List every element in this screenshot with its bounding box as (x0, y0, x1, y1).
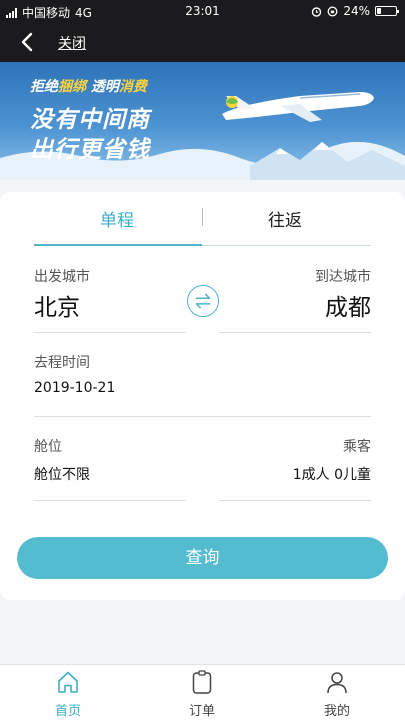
alarm-icon (312, 6, 322, 17)
battery-percent: 24% (343, 4, 370, 18)
close-link[interactable]: 关闭 (58, 33, 86, 53)
profile-icon (327, 672, 347, 694)
departure-date-field[interactable]: 2019-10-21 (34, 380, 115, 396)
banner-headline-2: 出行更省钱 (30, 137, 150, 163)
tab-active-indicator (34, 244, 202, 246)
passenger-divider (219, 500, 371, 501)
banner-tagline: 拒绝捆绑 透明消费 (30, 76, 147, 96)
tab-single-trip[interactable]: 单程 (100, 206, 134, 231)
to-city-field[interactable]: 成都 (325, 288, 371, 322)
order-icon (192, 670, 212, 694)
cabin-field[interactable]: 舱位不限 (34, 464, 90, 484)
home-icon (58, 671, 78, 693)
battery-icon (375, 6, 399, 16)
from-divider (34, 332, 186, 333)
passenger-field[interactable]: 1成人 0儿童 (293, 464, 371, 484)
bottom-tab-bar: 首页 订单 我的 (0, 664, 405, 720)
tabbar-label-order: 订单 (188, 704, 215, 719)
from-city-field[interactable]: 北京 (34, 288, 80, 322)
orientation-lock-icon (327, 6, 338, 16)
nav-bar: 关闭 (0, 22, 405, 62)
swap-arrows-icon[interactable] (187, 285, 219, 317)
tabbar-item-home[interactable]: 首页 (28, 665, 108, 720)
status-bar: 中国移动 4G 23:01 24% (0, 0, 405, 22)
status-right: 24% (311, 4, 399, 18)
search-button[interactable]: 查询 (17, 537, 388, 579)
banner-tag-1: 拒绝 (30, 79, 58, 95)
battery-fill (377, 8, 381, 14)
tabbar-label-home: 首页 (54, 704, 81, 719)
to-divider (219, 332, 371, 333)
tabbar-item-mine[interactable]: 我的 (297, 665, 377, 720)
date-divider (34, 416, 371, 417)
passenger-label: 乘客 (343, 439, 371, 455)
departure-date-label: 去程时间 (34, 355, 90, 371)
chevron-left-icon[interactable] (18, 32, 38, 52)
from-city-label: 出发城市 (34, 269, 90, 285)
tabbar-item-order[interactable]: 订单 (162, 665, 242, 720)
promo-banner[interactable]: 拒绝捆绑 透明消费 没有中间商 出行更省钱 (0, 62, 405, 180)
tabbar-label-mine: 我的 (323, 704, 350, 719)
tab-divider (202, 208, 203, 226)
airplane-icon (222, 92, 374, 122)
banner-tag-4: 消费 (118, 79, 147, 95)
banner-tag-3: 透明 (90, 79, 119, 95)
tab-underline (202, 245, 371, 246)
to-city-label: 到达城市 (315, 269, 371, 285)
cabin-label: 舱位 (34, 439, 62, 455)
cabin-divider (34, 500, 186, 501)
tab-round-trip[interactable]: 往返 (268, 206, 302, 231)
banner-headline-1: 没有中间商 (30, 107, 150, 133)
banner-tag-2: 捆绑 (58, 79, 86, 95)
